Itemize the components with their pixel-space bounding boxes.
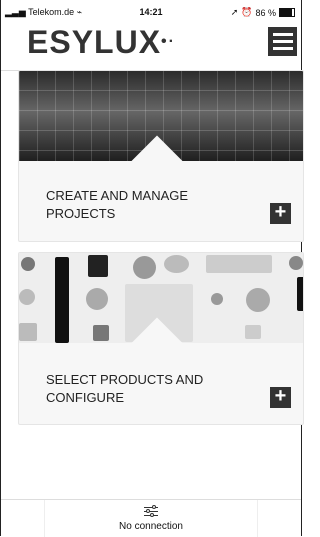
hamburger-menu-icon bbox=[272, 33, 293, 36]
product-image-icon bbox=[55, 257, 69, 343]
hamburger-menu-icon-line bbox=[272, 47, 293, 50]
connection-status-label: No connection bbox=[119, 521, 183, 532]
product-image-icon bbox=[211, 293, 223, 305]
connection-status-button[interactable]: No connection bbox=[44, 500, 258, 537]
location-icon: ➚ bbox=[230, 7, 239, 17]
product-image-icon bbox=[133, 256, 156, 279]
product-image-icon bbox=[93, 325, 109, 341]
product-image-icon bbox=[86, 288, 108, 310]
app-header: ESYLUX•· bbox=[1, 20, 301, 71]
product-image-icon bbox=[21, 257, 35, 271]
hamburger-menu-button[interactable] bbox=[268, 27, 297, 56]
product-image-icon bbox=[19, 323, 37, 341]
card-title-line: CREATE AND MANAGE bbox=[46, 188, 189, 203]
product-image-icon bbox=[19, 289, 35, 305]
card-title-line: CONFIGURE bbox=[46, 390, 124, 405]
status-bar: ▂▃▅ Telekom.de ⌁ 14:21 ➚ ⏰ 86 % bbox=[1, 0, 301, 20]
product-image-icon bbox=[289, 256, 303, 270]
logo-dots: •· bbox=[161, 33, 176, 50]
product-image-icon bbox=[297, 277, 303, 311]
battery-icon bbox=[279, 8, 295, 17]
select-products-plus-button[interactable]: + bbox=[270, 386, 291, 408]
product-image-icon bbox=[164, 255, 189, 273]
battery-percent: 86 % bbox=[255, 7, 276, 18]
product-image-icon bbox=[246, 288, 270, 312]
alarm-icon: ⏰ bbox=[241, 7, 253, 17]
select-products-card[interactable]: SELECT PRODUCTS AND CONFIGURE + bbox=[18, 252, 304, 425]
card-title-line: SELECT PRODUCTS AND bbox=[46, 372, 204, 387]
brand-logo: ESYLUX•· bbox=[27, 24, 176, 61]
select-products-title: SELECT PRODUCTS AND CONFIGURE bbox=[46, 371, 203, 407]
create-projects-title: CREATE AND MANAGE PROJECTS bbox=[46, 187, 188, 223]
create-projects-plus-button[interactable]: + bbox=[270, 202, 291, 224]
hamburger-menu-icon-line bbox=[272, 40, 293, 43]
product-image-icon bbox=[88, 255, 108, 277]
app-screen: ▂▃▅ Telekom.de ⌁ 14:21 ➚ ⏰ 86 % ESYLUX•·… bbox=[0, 0, 304, 537]
product-image-icon bbox=[245, 325, 261, 339]
status-right: ➚ ⏰ 86 % bbox=[231, 7, 295, 18]
product-image-icon bbox=[206, 255, 272, 273]
connection-footer: No connection bbox=[1, 499, 301, 537]
card-title-line: PROJECTS bbox=[46, 206, 116, 221]
settings-sliders-icon bbox=[144, 505, 158, 517]
logo-text: ESYLUX bbox=[27, 24, 162, 60]
create-projects-card[interactable]: CREATE AND MANAGE PROJECTS + bbox=[18, 70, 304, 242]
